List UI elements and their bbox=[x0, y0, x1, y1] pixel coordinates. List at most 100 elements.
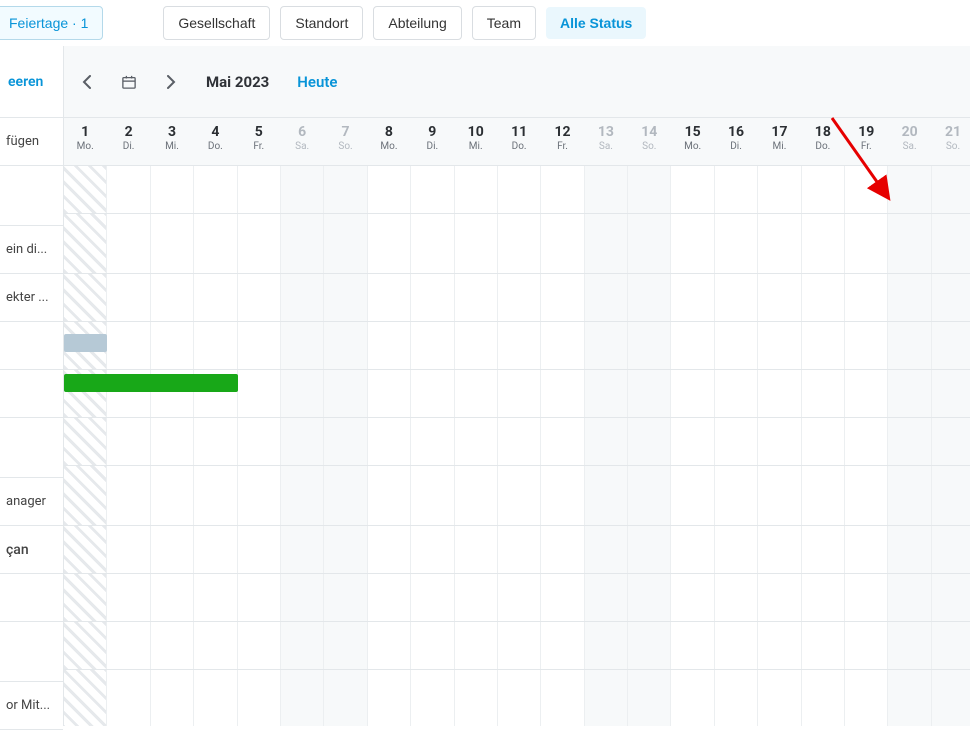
day-header-17[interactable]: 17Mi. bbox=[758, 118, 801, 165]
grid-cell[interactable] bbox=[194, 166, 237, 213]
grid-cell[interactable] bbox=[151, 670, 194, 726]
grid-cell[interactable] bbox=[64, 166, 107, 213]
grid-cell[interactable] bbox=[64, 670, 107, 726]
grid-cell[interactable] bbox=[541, 622, 584, 669]
grid-cell[interactable] bbox=[541, 670, 584, 726]
grid-cell[interactable] bbox=[455, 322, 498, 369]
grid-cell[interactable] bbox=[888, 274, 931, 321]
grid-cell[interactable] bbox=[715, 622, 758, 669]
grid-cell[interactable] bbox=[107, 418, 150, 465]
grid-cell[interactable] bbox=[281, 418, 324, 465]
grid-cell[interactable] bbox=[498, 418, 541, 465]
grid-cell[interactable] bbox=[194, 214, 237, 273]
grid-cell[interactable] bbox=[585, 418, 628, 465]
grid-cell[interactable] bbox=[758, 418, 801, 465]
grid-cell[interactable] bbox=[281, 622, 324, 669]
grid-cell[interactable] bbox=[715, 574, 758, 621]
grid-cell[interactable] bbox=[802, 670, 845, 726]
filter-location[interactable]: Standort bbox=[280, 6, 363, 40]
grid-cell[interactable] bbox=[628, 466, 671, 525]
sidebar-row[interactable]: fügen bbox=[0, 118, 63, 166]
grid-cell[interactable] bbox=[585, 370, 628, 417]
grid-cell[interactable] bbox=[845, 322, 888, 369]
grid-cell[interactable] bbox=[671, 214, 714, 273]
grid-cell[interactable] bbox=[151, 418, 194, 465]
day-header-4[interactable]: 4Do. bbox=[194, 118, 237, 165]
grid-cell[interactable] bbox=[671, 322, 714, 369]
grid-cell[interactable] bbox=[324, 622, 367, 669]
grid-cell[interactable] bbox=[107, 466, 150, 525]
grid-cell[interactable] bbox=[64, 622, 107, 669]
grid-cell[interactable] bbox=[628, 418, 671, 465]
grid-cell[interactable] bbox=[585, 214, 628, 273]
grid-cell[interactable] bbox=[238, 526, 281, 573]
grid-cell[interactable] bbox=[107, 574, 150, 621]
grid-cell[interactable] bbox=[845, 166, 888, 213]
grid-cell[interactable] bbox=[238, 274, 281, 321]
grid-cell[interactable] bbox=[64, 274, 107, 321]
grid-cell[interactable] bbox=[932, 166, 970, 213]
grid-cell[interactable] bbox=[368, 670, 411, 726]
grid-cell[interactable] bbox=[932, 466, 970, 525]
grid-cell[interactable] bbox=[238, 622, 281, 669]
grid-cell[interactable] bbox=[715, 670, 758, 726]
grid-cell[interactable] bbox=[498, 370, 541, 417]
filter-company[interactable]: Gesellschaft bbox=[163, 6, 270, 40]
grid-cell[interactable] bbox=[541, 466, 584, 525]
grid-cell[interactable] bbox=[845, 214, 888, 273]
grid-cell[interactable] bbox=[628, 574, 671, 621]
grid-cell[interactable] bbox=[671, 670, 714, 726]
grid-cell[interactable] bbox=[411, 574, 454, 621]
day-header-1[interactable]: 1Mo. bbox=[64, 118, 107, 165]
grid-cell[interactable] bbox=[498, 526, 541, 573]
grid-cell[interactable] bbox=[541, 322, 584, 369]
grid-cell[interactable] bbox=[628, 370, 671, 417]
grid-cell[interactable] bbox=[888, 574, 931, 621]
day-header-9[interactable]: 9Di. bbox=[411, 118, 454, 165]
grid-cell[interactable] bbox=[671, 622, 714, 669]
grid-cell[interactable] bbox=[628, 322, 671, 369]
grid-cell[interactable] bbox=[368, 166, 411, 213]
grid-cell[interactable] bbox=[802, 322, 845, 369]
grid-cell[interactable] bbox=[845, 274, 888, 321]
grid-cell[interactable] bbox=[628, 622, 671, 669]
grid-cell[interactable] bbox=[715, 418, 758, 465]
grid-cell[interactable] bbox=[324, 274, 367, 321]
grid-cell[interactable] bbox=[628, 274, 671, 321]
day-header-8[interactable]: 8Mo. bbox=[368, 118, 411, 165]
grid-cell[interactable] bbox=[151, 166, 194, 213]
grid-cell[interactable] bbox=[888, 214, 931, 273]
grid-cell[interactable] bbox=[151, 214, 194, 273]
grid-cell[interactable] bbox=[888, 166, 931, 213]
grid-cell[interactable] bbox=[498, 670, 541, 726]
grid-cell[interactable] bbox=[585, 322, 628, 369]
day-header-7[interactable]: 7So. bbox=[324, 118, 367, 165]
grid-cell[interactable] bbox=[455, 574, 498, 621]
grid-cell[interactable] bbox=[238, 322, 281, 369]
grid-cell[interactable] bbox=[324, 526, 367, 573]
grid-cell[interactable] bbox=[151, 322, 194, 369]
grid-cell[interactable] bbox=[455, 274, 498, 321]
grid-cell[interactable] bbox=[411, 466, 454, 525]
grid-cell[interactable] bbox=[585, 670, 628, 726]
grid-cell[interactable] bbox=[151, 526, 194, 573]
grid-cell[interactable] bbox=[758, 574, 801, 621]
grid-cell[interactable] bbox=[845, 370, 888, 417]
grid-cell[interactable] bbox=[455, 214, 498, 273]
grid-cell[interactable] bbox=[368, 526, 411, 573]
grid-cell[interactable] bbox=[324, 466, 367, 525]
grid-cell[interactable] bbox=[64, 466, 107, 525]
grid-cell[interactable] bbox=[932, 574, 970, 621]
day-header-19[interactable]: 19Fr. bbox=[845, 118, 888, 165]
grid-cell[interactable] bbox=[455, 466, 498, 525]
today-button[interactable]: Heute bbox=[297, 73, 337, 91]
grid-cell[interactable] bbox=[238, 670, 281, 726]
grid-cell[interactable] bbox=[238, 466, 281, 525]
grid-cell[interactable] bbox=[715, 526, 758, 573]
grid-cell[interactable] bbox=[455, 622, 498, 669]
grid-cell[interactable] bbox=[802, 214, 845, 273]
grid-cell[interactable] bbox=[932, 670, 970, 726]
grid-cell[interactable] bbox=[932, 526, 970, 573]
grid-cell[interactable] bbox=[455, 670, 498, 726]
grid-cell[interactable] bbox=[932, 274, 970, 321]
